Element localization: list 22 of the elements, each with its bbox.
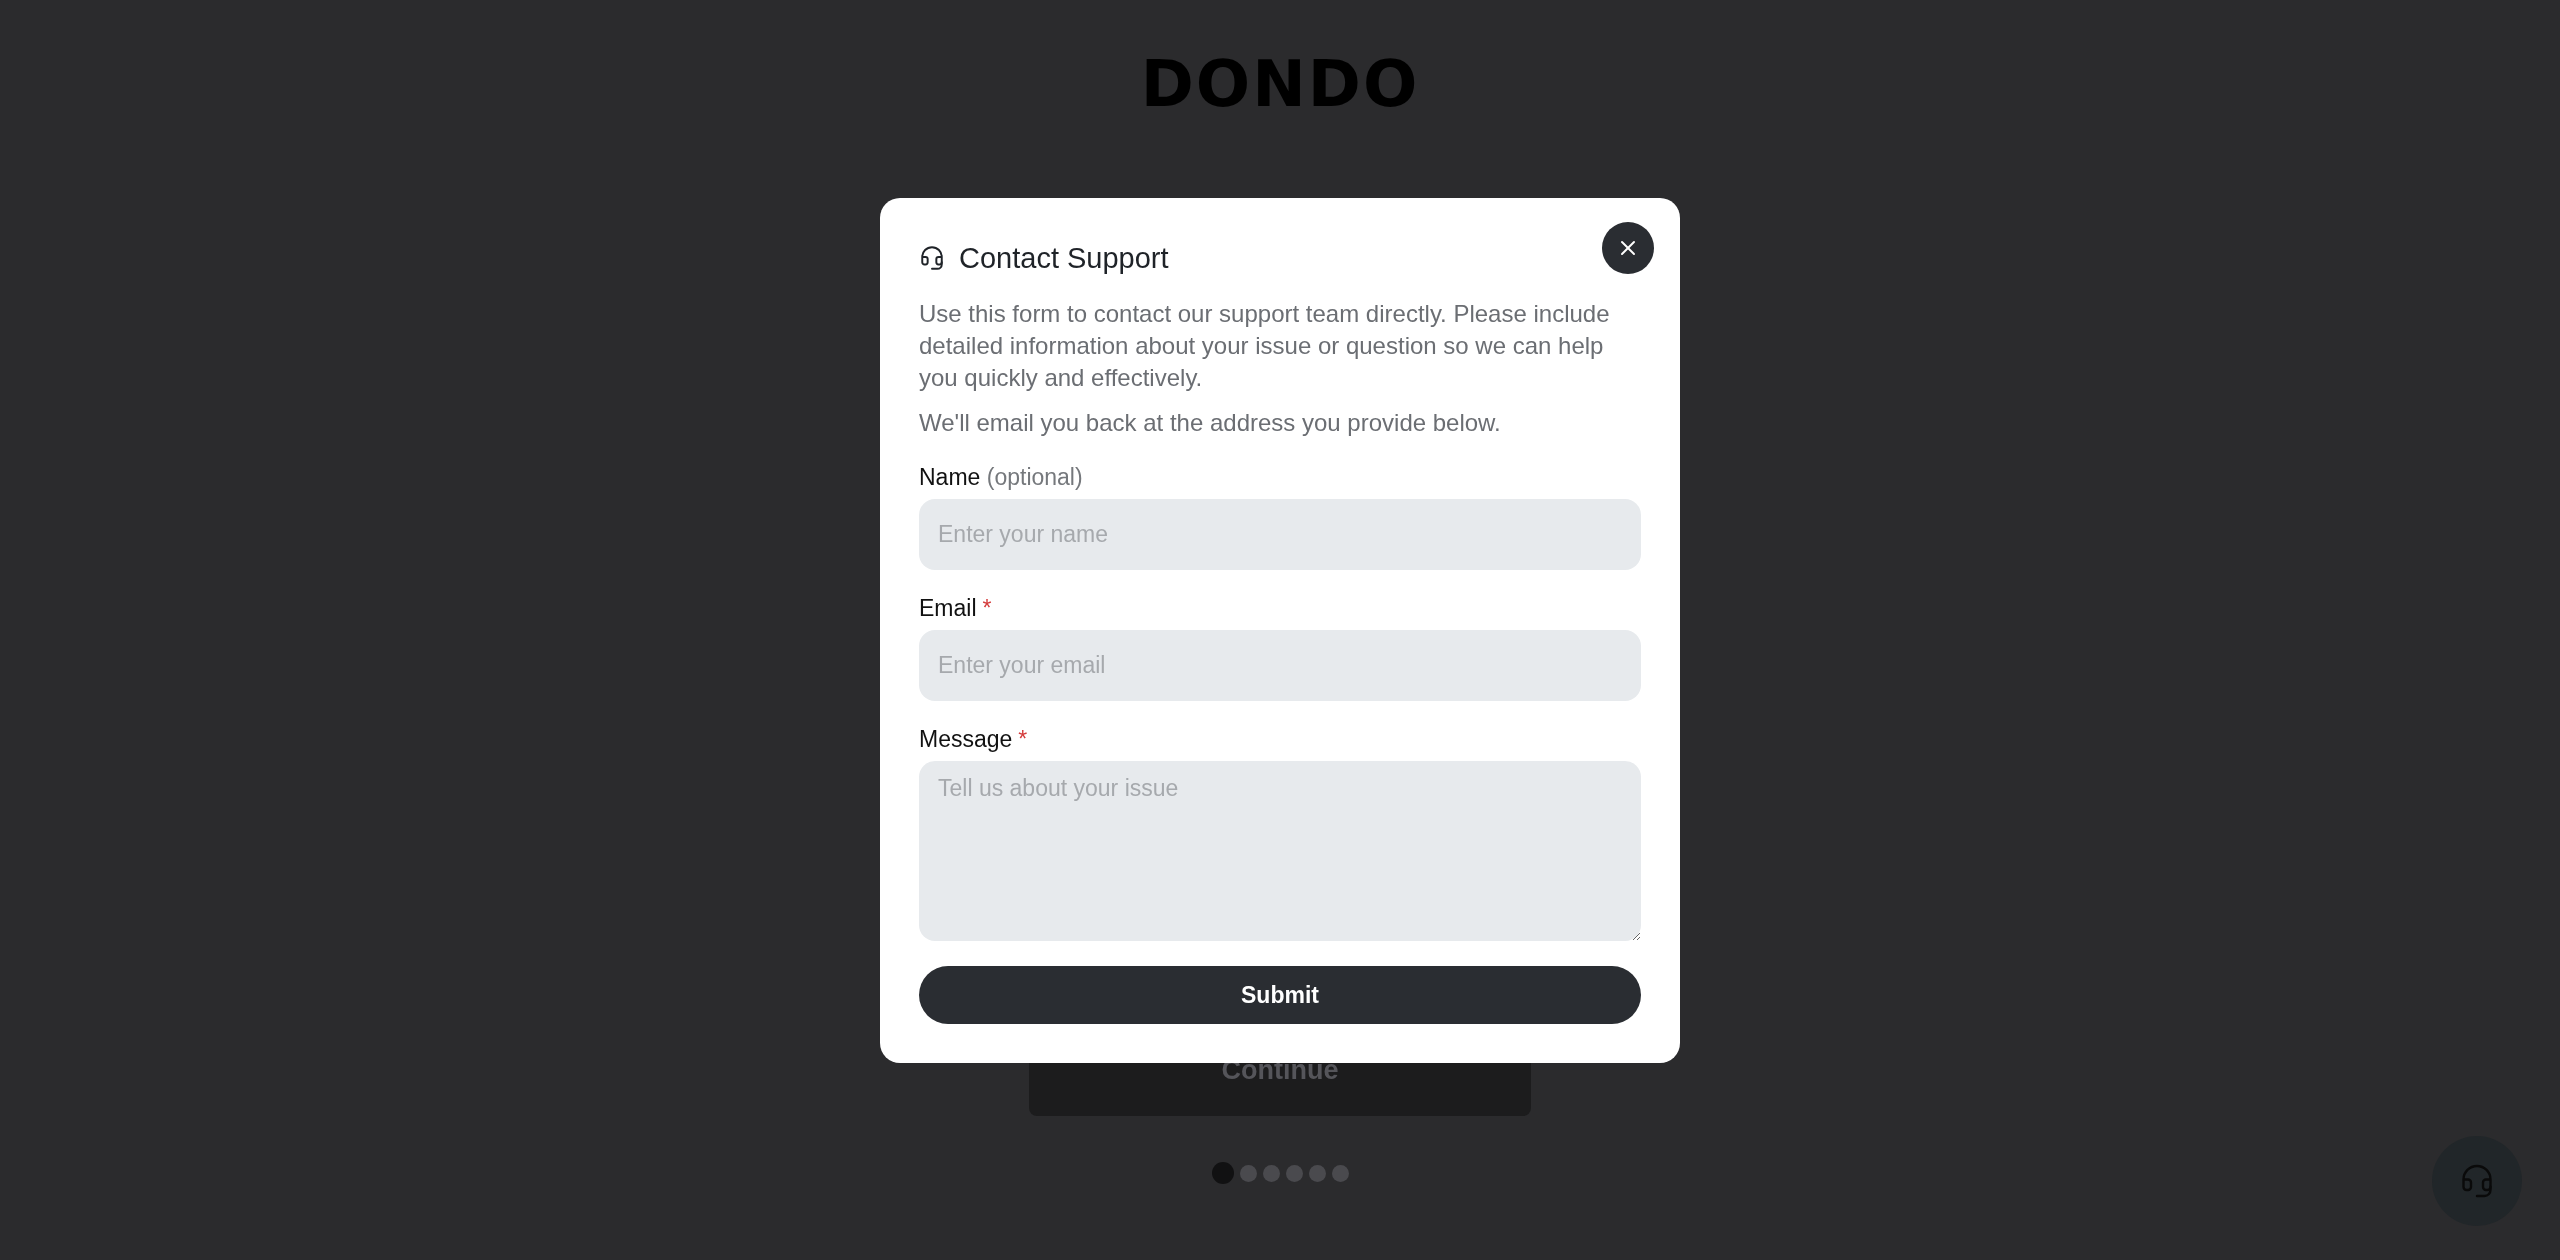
field-label: Message: [919, 726, 1013, 752]
submit-button[interactable]: Submit: [919, 966, 1641, 1024]
pager-dot[interactable]: [1285, 1164, 1303, 1182]
headset-icon: [919, 245, 945, 271]
description-text: We'll email you back at the address you provide below.: [919, 408, 1502, 438]
dialog-title: Contact Support: [959, 241, 1169, 275]
description-text: Use this form to contact our support team directly. Please include detailed information about your issue or question so we can help you quickly and effectively.: [919, 299, 1611, 393]
required-mark: *: [982, 595, 992, 621]
pager-dot[interactable]: [1262, 1164, 1280, 1182]
required-mark: *: [1018, 726, 1028, 752]
headset-icon: [2459, 1163, 2495, 1199]
close-button[interactable]: [1602, 222, 1654, 274]
message-field[interactable]: Tell us about your issue: [919, 761, 1641, 941]
input-field[interactable]: Enter your email: [919, 630, 1641, 701]
pager-dot[interactable]: [1331, 1164, 1349, 1182]
field-label: Email: [919, 595, 977, 621]
pager-dot[interactable]: [1308, 1164, 1326, 1182]
pager-dot[interactable]: [1239, 1164, 1257, 1182]
optional-note: (optional): [986, 464, 1083, 490]
pager-dot[interactable]: [1211, 1162, 1234, 1184]
field-label: Name: [919, 464, 981, 490]
input-field[interactable]: Enter your name: [919, 499, 1641, 570]
